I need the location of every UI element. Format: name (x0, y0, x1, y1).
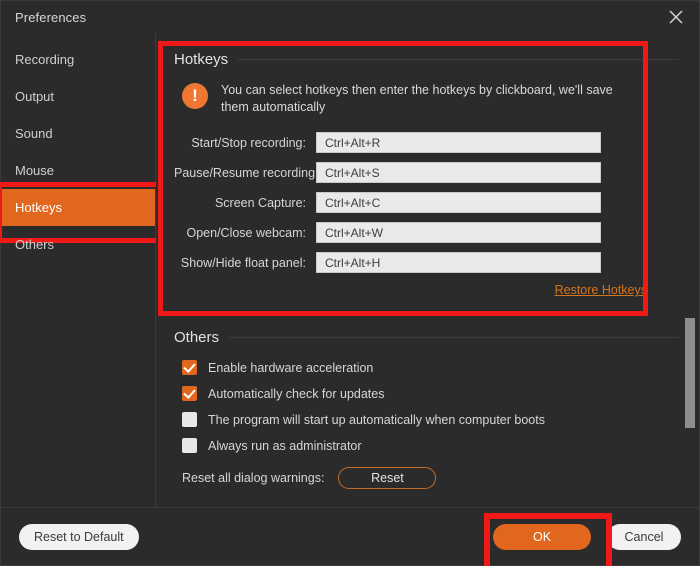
dialog-footer: Reset to Default OK Cancel (1, 507, 699, 565)
others-checkbox-list: Enable hardware acceleration Automatical… (174, 360, 679, 453)
checkbox-label: Enable hardware acceleration (208, 361, 373, 375)
settings-content: Hotkeys ! You can select hotkeys then en… (156, 33, 699, 507)
hotkey-input-start-stop-recording[interactable] (316, 132, 601, 153)
checkbox-row-startup-on-boot[interactable]: The program will start up automatically … (182, 412, 679, 427)
dialog-body: Recording Output Sound Mouse Hotkeys Oth… (1, 33, 699, 507)
hotkey-row: Pause/Resume recording: (174, 162, 679, 183)
hotkey-input-screen-capture[interactable] (316, 192, 601, 213)
hotkey-label: Start/Stop recording: (174, 136, 316, 150)
checkbox-checked-icon[interactable] (182, 386, 197, 401)
hotkey-label: Show/Hide float panel: (174, 256, 316, 270)
restore-hotkeys-row: Restore Hotkeys (174, 283, 679, 297)
divider (229, 337, 679, 338)
cancel-button[interactable]: Cancel (607, 524, 681, 550)
preferences-dialog: Preferences Recording Output Sound Mouse (0, 0, 700, 566)
others-group-header: Others (174, 311, 679, 346)
hotkey-rows: Start/Stop recording: Pause/Resume recor… (174, 132, 679, 273)
content-scrollbar-track[interactable] (687, 33, 697, 507)
hotkeys-group: Hotkeys ! You can select hotkeys then en… (174, 33, 679, 297)
sidebar-item-label: Recording (15, 52, 74, 67)
hotkeys-info-text: You can select hotkeys then enter the ho… (221, 82, 631, 116)
sidebar-item-label: Others (15, 237, 54, 252)
hotkey-row: Show/Hide float panel: (174, 252, 679, 273)
window-title: Preferences (15, 10, 86, 25)
sidebar-item-recording[interactable]: Recording (1, 41, 155, 78)
hotkey-input-pause-resume-recording[interactable] (316, 162, 601, 183)
title-bar: Preferences (1, 1, 699, 33)
warning-exclamation-icon: ! (182, 83, 208, 109)
checkbox-checked-icon[interactable] (182, 360, 197, 375)
checkbox-label: Automatically check for updates (208, 387, 384, 401)
reset-dialog-warnings-button[interactable]: Reset (338, 467, 436, 489)
sidebar-item-label: Output (15, 89, 54, 104)
others-group-title: Others (174, 329, 219, 346)
hotkey-label: Pause/Resume recording: (174, 166, 316, 180)
others-group: Others Enable hardware acceleration Auto… (174, 311, 679, 489)
sidebar-item-label: Sound (15, 126, 53, 141)
checkbox-row-hardware-acceleration[interactable]: Enable hardware acceleration (182, 360, 679, 375)
hotkey-input-show-hide-float-panel[interactable] (316, 252, 601, 273)
sidebar-item-mouse[interactable]: Mouse (1, 152, 155, 189)
checkbox-row-run-as-administrator[interactable]: Always run as administrator (182, 438, 679, 453)
checkbox-unchecked-icon[interactable] (182, 412, 197, 427)
checkbox-label: The program will start up automatically … (208, 413, 545, 427)
sidebar-item-hotkeys[interactable]: Hotkeys (1, 189, 155, 226)
hotkey-row: Open/Close webcam: (174, 222, 679, 243)
close-icon[interactable] (653, 1, 699, 33)
hotkey-label: Open/Close webcam: (174, 226, 316, 240)
sidebar-item-output[interactable]: Output (1, 78, 155, 115)
reset-dialog-warnings-label: Reset all dialog warnings: (182, 471, 324, 485)
hotkey-label: Screen Capture: (174, 196, 316, 210)
reset-to-default-button[interactable]: Reset to Default (19, 524, 139, 550)
divider (238, 59, 679, 60)
sidebar: Recording Output Sound Mouse Hotkeys Oth… (1, 33, 156, 507)
reset-dialog-warnings-row: Reset all dialog warnings: Reset (174, 467, 679, 489)
hotkeys-group-title: Hotkeys (174, 51, 228, 68)
hotkey-row: Start/Stop recording: (174, 132, 679, 153)
sidebar-item-label: Hotkeys (15, 200, 62, 215)
ok-button-highlight-annotation: OK (493, 524, 591, 550)
checkbox-label: Always run as administrator (208, 439, 362, 453)
checkbox-row-auto-check-updates[interactable]: Automatically check for updates (182, 386, 679, 401)
ok-button[interactable]: OK (493, 524, 591, 550)
hotkey-input-open-close-webcam[interactable] (316, 222, 601, 243)
hotkeys-group-header: Hotkeys (174, 33, 679, 68)
checkbox-unchecked-icon[interactable] (182, 438, 197, 453)
hotkey-row: Screen Capture: (174, 192, 679, 213)
hotkeys-info-banner: ! You can select hotkeys then enter the … (174, 82, 679, 116)
sidebar-item-label: Mouse (15, 163, 54, 178)
content-scrollbar-thumb[interactable] (685, 318, 695, 428)
restore-hotkeys-link[interactable]: Restore Hotkeys (555, 283, 647, 297)
sidebar-item-others[interactable]: Others (1, 226, 155, 263)
sidebar-item-sound[interactable]: Sound (1, 115, 155, 152)
